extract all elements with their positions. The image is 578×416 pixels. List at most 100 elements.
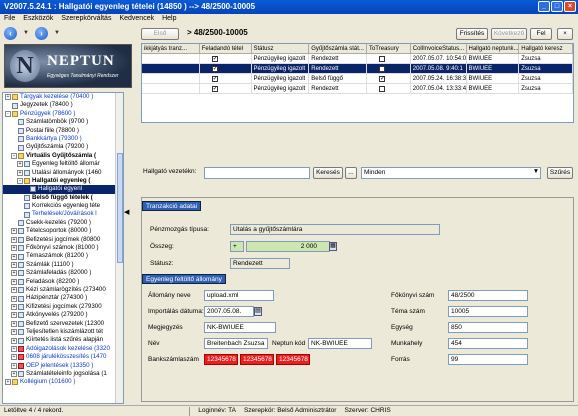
expand-icon[interactable]: + bbox=[11, 371, 17, 378]
tree-item[interactable]: + Befizetési jogcímek (80800 bbox=[3, 236, 123, 244]
tree-item[interactable]: + Kézi számlarögzítés (273400 bbox=[3, 286, 123, 294]
tree-item[interactable]: Bankkártya (79300 ) bbox=[3, 135, 123, 143]
expand-icon[interactable]: + bbox=[11, 295, 17, 302]
first-button[interactable]: Első bbox=[141, 28, 179, 40]
tree-scrollbar[interactable] bbox=[115, 93, 123, 403]
mode-select[interactable]: Minden bbox=[361, 167, 541, 179]
tree-item[interactable]: + Kiírtetés listá szűrés alapján bbox=[3, 336, 123, 344]
feltolto-tab[interactable]: Egyenleg feltöltő állomány bbox=[142, 274, 226, 284]
expand-icon[interactable]: + bbox=[11, 329, 17, 336]
tree-item[interactable]: Korrekciós egyenleg téte bbox=[3, 202, 123, 210]
expand-icon[interactable]: + bbox=[11, 320, 17, 327]
tree-item[interactable]: + Főkönyvi számok (81000 ) bbox=[3, 244, 123, 252]
megj-field[interactable]: NK-BWIUEE bbox=[204, 322, 276, 333]
chevron-down-icon[interactable]: ▼ bbox=[531, 167, 541, 179]
tree-item[interactable]: + Egyenleg feltöltő állomár bbox=[3, 160, 123, 168]
col-header[interactable]: Státusz bbox=[251, 44, 310, 54]
statusz-field[interactable]: Rendezett bbox=[230, 258, 290, 269]
filter-button[interactable]: Szűrés bbox=[547, 167, 573, 179]
expand-icon[interactable]: + bbox=[11, 236, 17, 243]
close-button[interactable]: × bbox=[564, 1, 576, 12]
expand-icon[interactable]: + bbox=[11, 278, 17, 285]
calculator-icon[interactable]: ▦ bbox=[329, 242, 337, 251]
tree-item[interactable]: + Számlák (11100 ) bbox=[3, 261, 123, 269]
expand-icon[interactable]: + bbox=[11, 253, 17, 260]
calendar-icon[interactable]: ▤ bbox=[254, 307, 262, 316]
expand-icon[interactable]: + bbox=[11, 303, 17, 310]
lastname-input[interactable] bbox=[204, 167, 310, 179]
checkbox[interactable] bbox=[378, 74, 385, 83]
tema-field[interactable]: 10005 bbox=[448, 306, 528, 317]
tree-item[interactable]: - Hallgatói egyenleg ( bbox=[3, 177, 123, 185]
menu-file[interactable]: File bbox=[4, 15, 15, 24]
tree-item[interactable]: - Pénzügyek (78600 ) bbox=[3, 110, 123, 118]
amount-field[interactable]: 2 000 bbox=[246, 241, 330, 252]
tree-item[interactable]: +0608 járulékösszesítés (1470 bbox=[3, 353, 123, 361]
expand-icon[interactable]: + bbox=[17, 161, 23, 168]
checkbox[interactable] bbox=[211, 84, 218, 93]
tree-item[interactable]: + Témaszámok (81200 ) bbox=[3, 252, 123, 260]
checkbox[interactable] bbox=[378, 86, 385, 92]
back-icon[interactable]: ‹ bbox=[4, 26, 17, 40]
tree-item[interactable]: Hallgatói egyenl bbox=[3, 185, 123, 194]
forward-icon[interactable]: › bbox=[34, 26, 48, 40]
bank-field-2[interactable]: 12345678 bbox=[240, 354, 274, 365]
col-header[interactable]: ikkjátyás tranz... bbox=[142, 44, 200, 54]
checkbox[interactable] bbox=[211, 74, 218, 83]
bank-field-3[interactable]: 12345678 bbox=[276, 354, 310, 365]
tree-item[interactable]: + Számlafeladás (82000 ) bbox=[3, 269, 123, 277]
expand-icon[interactable]: + bbox=[11, 354, 17, 361]
tree-item[interactable]: + Átkönyvelés (279200 ) bbox=[3, 311, 123, 319]
tree-item[interactable]: + Házipénztár (274300 ) bbox=[3, 294, 123, 302]
expand-icon[interactable]: + bbox=[11, 287, 17, 294]
refresh-button[interactable]: Frissítés bbox=[456, 28, 488, 40]
expand-icon[interactable]: + bbox=[5, 94, 11, 101]
collapse-icon[interactable]: - bbox=[5, 110, 11, 117]
tree-item[interactable]: + OEP jelentések (13350 ) bbox=[3, 362, 123, 370]
table-row[interactable]: Pénzügyileg igazoltRendezett 2007.05.07. … bbox=[142, 54, 573, 64]
penzmozgas-field[interactable]: Utalás a gyűjtőszámlára bbox=[230, 224, 440, 235]
back-dropdown-icon[interactable]: ▼ bbox=[23, 30, 29, 36]
expand-icon[interactable]: + bbox=[11, 312, 17, 319]
menu-kedvencek[interactable]: Kedvencek bbox=[119, 15, 154, 24]
collapse-icon[interactable]: - bbox=[17, 178, 23, 185]
tree-item[interactable]: + Adóigazolások kezelése (3320 bbox=[3, 345, 123, 353]
menu-eszkozok[interactable]: Eszközök bbox=[23, 15, 53, 24]
tree-item[interactable]: + Tételcsoportok (80000 ) bbox=[3, 227, 123, 235]
expand-icon[interactable]: + bbox=[11, 270, 17, 277]
tree-item[interactable]: + Kollégium (101600 ) bbox=[3, 378, 123, 386]
table-row[interactable]: Pénzügyileg igazoltBelső függő 2007.05.24… bbox=[142, 74, 573, 84]
tree-item[interactable]: - Virtuális Gyűjtőszámla ( bbox=[3, 152, 123, 160]
tree-item[interactable]: Belső függő tételek ( bbox=[3, 194, 123, 202]
menu-szerepkorvaltas[interactable]: Szerepkörváltás bbox=[61, 15, 111, 24]
col-header[interactable]: Feladandó tétel bbox=[199, 44, 252, 54]
tree-item[interactable]: + Befizető szervezetek (12300 bbox=[3, 320, 123, 328]
forras-field[interactable]: 99 bbox=[448, 354, 528, 365]
close-panel-button[interactable]: × bbox=[557, 28, 573, 40]
expand-icon[interactable]: + bbox=[11, 362, 17, 369]
checkbox[interactable] bbox=[378, 66, 385, 72]
checkbox[interactable] bbox=[378, 56, 385, 62]
col-header[interactable]: CollInvoiceStatus... bbox=[410, 44, 467, 54]
expand-icon[interactable]: + bbox=[11, 345, 17, 352]
search-button[interactable]: Keresés bbox=[313, 167, 343, 179]
nev-field[interactable]: Breitenbach Zsuzsa bbox=[204, 338, 268, 349]
fokonyv-field[interactable]: 48/2500 bbox=[448, 290, 528, 301]
col-header[interactable]: ToTreasury bbox=[366, 44, 411, 54]
next-button[interactable]: Következő bbox=[491, 28, 527, 40]
expand-icon[interactable]: + bbox=[5, 379, 11, 386]
minimize-button[interactable]: _ bbox=[538, 1, 550, 12]
up-button[interactable]: Fel bbox=[530, 28, 552, 40]
tree-item[interactable]: + Feladások (82200 ) bbox=[3, 278, 123, 286]
table-row[interactable]: Pénzügyileg igazoltRendezett 2007.05.08. … bbox=[142, 64, 573, 74]
forward-dropdown-icon[interactable]: ▼ bbox=[54, 30, 60, 36]
expand-icon[interactable]: + bbox=[11, 262, 17, 268]
egyseg-field[interactable]: 850 bbox=[448, 322, 528, 333]
tree-item[interactable]: Terhelések/Jóváírások l bbox=[3, 210, 123, 218]
expand-icon[interactable]: + bbox=[11, 245, 17, 252]
tree-item[interactable]: Jegyzetek (78400 ) bbox=[3, 101, 123, 109]
munka-field[interactable]: 454 bbox=[448, 338, 528, 349]
checkbox[interactable] bbox=[211, 64, 218, 73]
table-row[interactable]: Pénzügyileg igazoltRendezett 2007.05.04. … bbox=[142, 84, 573, 94]
tree-item[interactable]: Gyűjtőszámla (79200 ) bbox=[3, 143, 123, 151]
